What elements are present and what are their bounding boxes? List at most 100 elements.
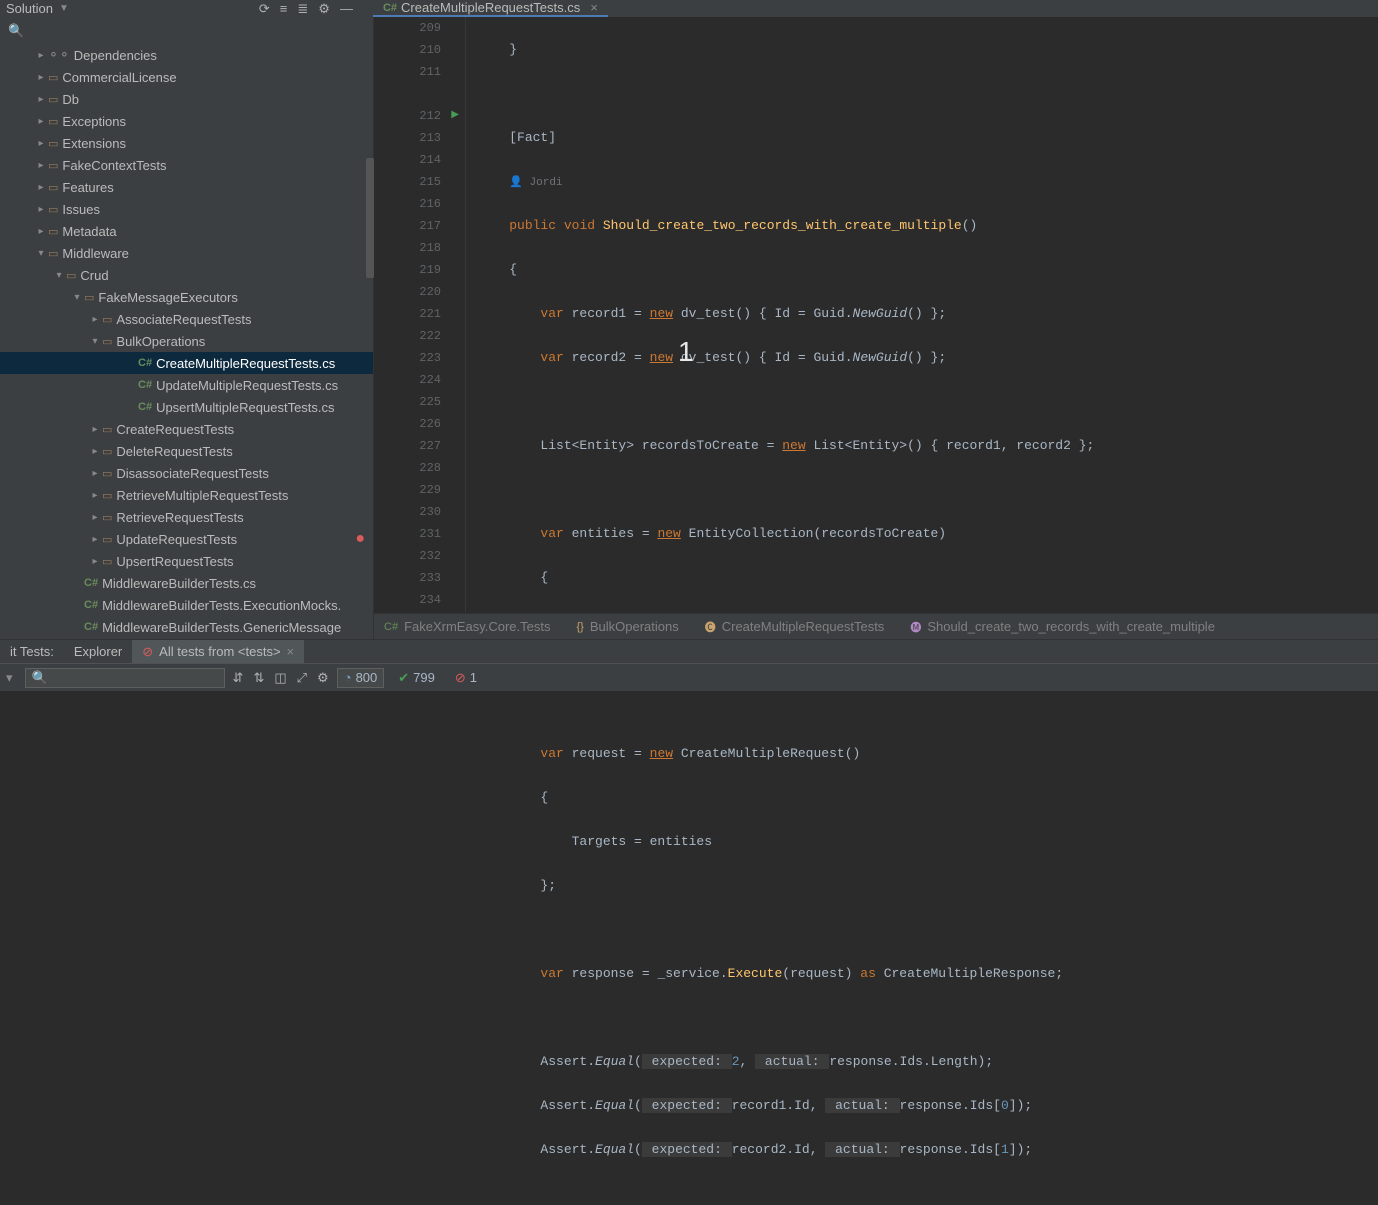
tree-item-exceptions[interactable]: ▸▭Exceptions — [0, 110, 373, 132]
tree-item-label: Db — [62, 92, 79, 107]
collapse-icon[interactable]: ≣ — [297, 1, 308, 17]
chevron-icon[interactable]: ▾ — [52, 270, 66, 281]
chevron-icon[interactable]: ▸ — [88, 534, 102, 545]
tree-item-extensions[interactable]: ▸▭Extensions — [0, 132, 373, 154]
chevron-icon[interactable]: ▸ — [34, 94, 48, 105]
breadcrumb-folder[interactable]: {} BulkOperations — [576, 619, 678, 634]
gutter-line: 220 — [374, 281, 441, 303]
chart-icon[interactable]: ⤢ — [297, 670, 307, 686]
filter-icon[interactable]: ⇵ — [233, 670, 244, 686]
tree-item-upsertmultiplerequesttests-cs[interactable]: C#UpsertMultipleRequestTests.cs — [0, 396, 373, 418]
group-icon[interactable]: ◫ — [274, 670, 286, 686]
tree-item-fakemessageexecutors[interactable]: ▾▭ FakeMessageExecutors — [0, 286, 373, 308]
tree-item-disassociaterequesttests[interactable]: ▸▭DisassociateRequestTests — [0, 462, 373, 484]
tree-item-deleterequesttests[interactable]: ▸▭DeleteRequestTests — [0, 440, 373, 462]
code-content[interactable]: } [Fact] 👤 Jordi public void Should_crea… — [466, 17, 1378, 639]
chevron-icon[interactable]: ▾ — [34, 248, 48, 259]
chevron-icon[interactable]: ▸ — [88, 512, 102, 523]
tree-item-bulkoperations[interactable]: ▾▭BulkOperations — [0, 330, 373, 352]
unit-tests-tab[interactable]: it Tests: — [0, 640, 64, 664]
gutter-line: 215 — [374, 171, 441, 193]
chevron-icon[interactable]: ▸ — [88, 490, 102, 501]
tree-item-fakecontexttests[interactable]: ▸▭FakeContextTests — [0, 154, 373, 176]
tree-item-updaterequesttests[interactable]: ▸▭UpdateRequestTests● — [0, 528, 373, 550]
tree-item-retrievemultiplerequesttests[interactable]: ▸▭RetrieveMultipleRequestTests — [0, 484, 373, 506]
tree-item-db[interactable]: ▸▭Db — [0, 88, 373, 110]
sort-icon[interactable]: ⇅ — [253, 670, 264, 686]
dropdown-icon[interactable]: ▾ — [6, 670, 13, 686]
chevron-icon[interactable]: ▸ — [34, 116, 48, 127]
chevron-icon[interactable]: ▸ — [34, 182, 48, 193]
gutter-line: 213 — [374, 127, 441, 149]
gear-icon[interactable]: ⚙ — [317, 670, 329, 686]
chevron-icon[interactable]: ▸ — [34, 72, 48, 83]
tree-item-metadata[interactable]: ▸▭Metadata — [0, 220, 373, 242]
tree-item-middleware[interactable]: ▾▭Middleware — [0, 242, 373, 264]
tree-item-label: Middleware — [62, 246, 128, 261]
close-icon[interactable]: × — [287, 644, 295, 659]
tree-item-updatemultiplerequesttests-cs[interactable]: C#UpdateMultipleRequestTests.cs — [0, 374, 373, 396]
chevron-icon[interactable]: ▸ — [88, 446, 102, 457]
chevron-icon[interactable]: ▾ — [70, 292, 84, 303]
test-search[interactable]: 🔍 — [25, 668, 225, 688]
breadcrumb-project[interactable]: C# FakeXrmEasy.Core.Tests — [384, 619, 550, 634]
tree-item-issues[interactable]: ▸▭Issues — [0, 198, 373, 220]
tree-item-label: FakeMessageExecutors — [98, 290, 237, 305]
tree-item-middlewarebuildertests-cs[interactable]: C#MiddlewareBuilderTests.cs — [0, 572, 373, 594]
explorer-tab[interactable]: Explorer — [64, 640, 132, 664]
tree-item-createmultiplerequesttests-cs[interactable]: C#CreateMultipleRequestTests.cs — [0, 352, 373, 374]
chevron-icon[interactable]: ▸ — [34, 138, 48, 149]
gear-icon[interactable]: ⚙ — [318, 1, 330, 17]
chevron-icon[interactable]: ▸ — [34, 226, 48, 237]
breadcrumb-class[interactable]: 🅒 CreateMultipleRequestTests — [705, 619, 885, 635]
sort-icon[interactable]: ≡ — [280, 1, 288, 17]
refresh-icon[interactable]: ⟳ — [259, 1, 270, 17]
tree-item-middlewarebuildertests-executionmocks-[interactable]: C#MiddlewareBuilderTests.ExecutionMocks. — [0, 594, 373, 616]
close-icon[interactable]: × — [590, 0, 598, 15]
folder-icon: ▭ — [102, 335, 112, 348]
solution-dropdown[interactable]: Solution ▼ — [6, 1, 69, 16]
gutter-line: 210 — [374, 39, 441, 61]
folder-icon: ▭ — [84, 291, 94, 304]
chevron-icon[interactable]: ▸ — [34, 160, 48, 171]
chevron-down-icon: ▼ — [59, 3, 69, 14]
search-icon[interactable]: 🔍 — [8, 23, 24, 39]
chevron-icon[interactable]: ▸ — [34, 50, 48, 61]
code-editor[interactable]: 209210211212▶213214215216217218219220221… — [374, 17, 1378, 639]
tests-session-tab[interactable]: ⊘ All tests from <tests> × — [132, 640, 304, 664]
chevron-icon[interactable]: ▸ — [34, 204, 48, 215]
tree-item-upsertrequesttests[interactable]: ▸▭UpsertRequestTests — [0, 550, 373, 572]
chevron-icon[interactable]: ▸ — [88, 424, 102, 435]
tree-item-crud[interactable]: ▾▭Crud — [0, 264, 373, 286]
folder-icon: ▭ — [48, 137, 58, 150]
top-bar: Solution ▼ ⟳ ≡ ≣ ⚙ — C# CreateMultipleRe… — [0, 0, 1378, 17]
tree-item-retrieverequesttests[interactable]: ▸▭RetrieveRequestTests — [0, 506, 373, 528]
editor-tab[interactable]: C# CreateMultipleRequestTests.cs × — [373, 0, 608, 17]
minimize-icon[interactable]: — — [340, 1, 353, 17]
tree-item-label: Dependencies — [74, 48, 157, 63]
chevron-icon[interactable]: ▸ — [88, 314, 102, 325]
chevron-icon[interactable]: ▾ — [88, 336, 102, 347]
chevron-icon[interactable]: ▸ — [88, 556, 102, 567]
gutter-line: 225 — [374, 391, 441, 413]
tree-item-features[interactable]: ▸▭Features — [0, 176, 373, 198]
tab-label: CreateMultipleRequestTests.cs — [401, 0, 580, 15]
test-total[interactable]: ◔ 800 — [337, 668, 385, 688]
tree-item-createrequesttests[interactable]: ▸▭CreateRequestTests — [0, 418, 373, 440]
solution-tree[interactable]: ▸⚬⚬Dependencies▸▭CommercialLicense▸▭Db▸▭… — [0, 44, 373, 639]
folder-icon: ▭ — [102, 489, 112, 502]
folder-icon: ▭ — [102, 423, 112, 436]
tree-item-commerciallicense[interactable]: ▸▭CommercialLicense — [0, 66, 373, 88]
test-search-input[interactable] — [48, 671, 218, 685]
csharp-file-icon: C# — [84, 621, 98, 633]
tree-item-associaterequesttests[interactable]: ▸▭AssociateRequestTests — [0, 308, 373, 330]
tree-item-dependencies[interactable]: ▸⚬⚬Dependencies — [0, 44, 373, 66]
breadcrumb-method[interactable]: 🅜 Should_create_two_records_with_create_… — [910, 619, 1215, 635]
test-fail[interactable]: ⊘ 1 — [449, 670, 483, 686]
test-pass[interactable]: ✔ 799 — [392, 670, 441, 686]
run-test-icon[interactable]: ▶ — [451, 105, 459, 127]
chevron-icon[interactable]: ▸ — [88, 468, 102, 479]
tree-item-label: MiddlewareBuilderTests.ExecutionMocks. — [102, 598, 341, 613]
tree-scrollbar[interactable] — [366, 158, 374, 278]
tree-item-middlewarebuildertests-genericmessage[interactable]: C#MiddlewareBuilderTests.GenericMessage — [0, 616, 373, 638]
